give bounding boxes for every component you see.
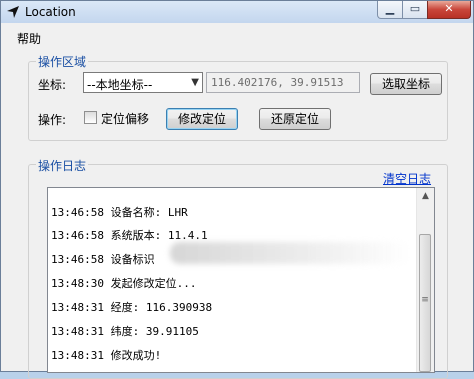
coordinate-label: 坐标: — [38, 78, 67, 92]
minimize-icon: ▁ — [385, 2, 395, 15]
offset-checkbox-label[interactable]: 定位偏移 — [101, 110, 149, 127]
restore-location-button[interactable]: 还原定位 — [259, 108, 331, 130]
modify-location-button[interactable]: 修改定位 — [166, 108, 238, 130]
offset-checkbox[interactable] — [84, 111, 97, 124]
location-arrow-icon — [7, 6, 19, 18]
coordinate-select[interactable]: --本地坐标-- ▼ — [83, 72, 203, 93]
chevron-down-icon: ▼ — [191, 77, 199, 88]
app-window: Location ▁ ▭ ✕ 帮助 操作区域 坐标: --本地坐标-- ▼ 11… — [0, 0, 474, 379]
menu-bar: 帮助 — [1, 27, 473, 47]
log-area-title: 操作日志 — [36, 157, 89, 174]
clear-log-link[interactable]: 清空日志 — [383, 170, 431, 187]
log-line: 13:46:58 设备标识 — [51, 253, 155, 266]
grip-icon: ≡ — [421, 295, 429, 305]
log-line: 13:48:31 经度: 116.390938 — [51, 301, 213, 314]
log-line: 13:48:30 发起修改定位... — [51, 277, 197, 290]
coordinate-input-value: 116.402176, 39.91513 — [211, 76, 344, 89]
pick-coordinate-button[interactable]: 选取坐标 — [370, 73, 442, 95]
operation-area-title: 操作区域 — [36, 53, 89, 70]
log-scrollbar[interactable]: ▲ ≡ — [416, 188, 434, 372]
redacted-device-id — [170, 242, 410, 264]
scroll-up-icon[interactable]: ▲ — [417, 188, 434, 205]
window-title: Location — [25, 5, 76, 19]
close-icon: ✕ — [444, 2, 454, 15]
log-list[interactable]: 13:46:58 设备名称: LHR 13:46:58 系统版本: 11.4.1… — [47, 187, 435, 373]
coordinate-input[interactable]: 116.402176, 39.91513 — [206, 72, 360, 93]
close-button[interactable]: ✕ — [427, 1, 471, 19]
scrollbar-thumb[interactable]: ≡ — [419, 234, 431, 372]
title-bar[interactable]: Location ▁ ▭ ✕ — [1, 1, 473, 23]
operation-label: 操作: — [38, 113, 67, 127]
log-line: 13:46:58 系统版本: 11.4.1 — [51, 229, 208, 242]
menu-help[interactable]: 帮助 — [17, 30, 41, 47]
log-line: 13:48:31 纬度: 39.91105 — [51, 325, 199, 338]
maximize-icon: ▭ — [409, 2, 421, 15]
minimize-button[interactable]: ▁ — [377, 1, 403, 19]
coordinate-select-value: --本地坐标-- — [87, 78, 153, 92]
log-line: 13:46:58 设备名称: LHR — [51, 206, 188, 219]
log-line: 13:48:31 修改成功! — [51, 349, 162, 362]
maximize-button[interactable]: ▭ — [402, 1, 428, 19]
